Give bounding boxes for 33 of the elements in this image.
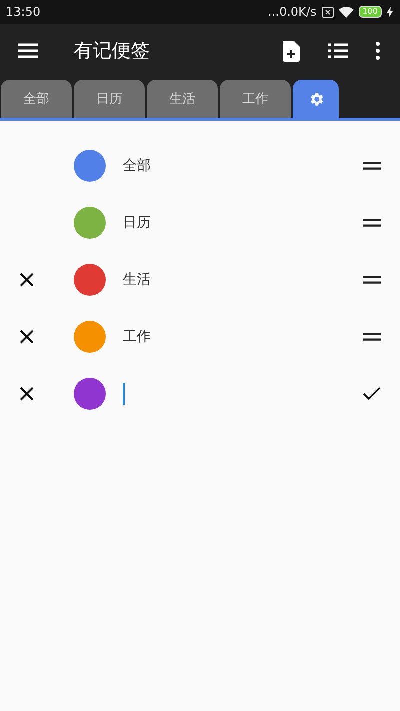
status-time: 13:50 xyxy=(6,5,41,19)
category-name: 全部 xyxy=(123,156,152,174)
delete-icon[interactable] xyxy=(20,386,34,400)
tab[interactable]: 日历 xyxy=(74,80,145,118)
category-name: 日历 xyxy=(123,214,152,232)
wifi-icon xyxy=(338,6,354,18)
color-dot[interactable] xyxy=(74,264,106,296)
tab[interactable]: 全部 xyxy=(1,80,72,118)
color-dot[interactable] xyxy=(74,206,106,238)
app-title: 有记便签 xyxy=(74,39,151,64)
battery-level: 100 xyxy=(358,6,382,18)
charging-icon xyxy=(387,6,393,18)
delete-icon[interactable] xyxy=(20,272,34,286)
list-icon[interactable] xyxy=(328,43,348,59)
color-dot[interactable] xyxy=(74,320,106,352)
drag-handle-icon[interactable] xyxy=(363,162,381,170)
category-name: 生活 xyxy=(123,270,152,288)
new-note-icon[interactable] xyxy=(283,40,300,62)
network-speed: ...0.0K/s xyxy=(268,5,317,19)
color-dot[interactable] xyxy=(74,150,106,182)
tab[interactable]: 工作 xyxy=(220,80,291,118)
color-dot[interactable] xyxy=(74,378,106,410)
delete-icon[interactable] xyxy=(20,330,34,344)
tab[interactable]: 生活 xyxy=(147,80,218,118)
more-icon[interactable] xyxy=(376,42,380,60)
check-icon[interactable] xyxy=(363,386,381,400)
menu-icon[interactable] xyxy=(18,43,38,59)
sim-icon xyxy=(322,6,334,18)
category-name: 工作 xyxy=(123,328,152,346)
drag-handle-icon[interactable] xyxy=(363,218,381,226)
drag-handle-icon[interactable] xyxy=(363,276,381,284)
settings-tab[interactable] xyxy=(293,80,339,118)
drag-handle-icon[interactable] xyxy=(363,332,381,340)
